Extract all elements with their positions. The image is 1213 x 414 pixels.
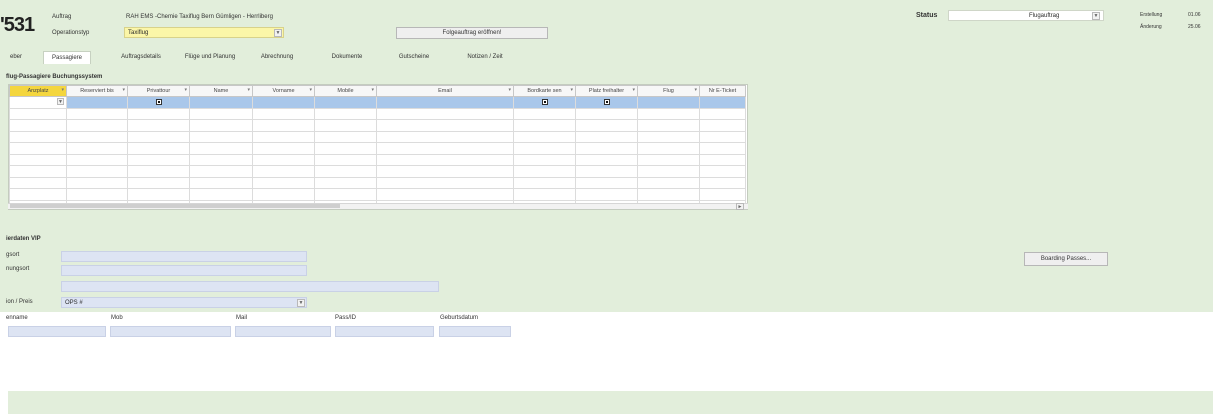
chevron-down-icon[interactable]: ▼ — [57, 98, 64, 105]
person-col-header: enname — [6, 315, 28, 321]
table-cell[interactable]: ▼ — [9, 96, 67, 109]
tab-dokumente[interactable]: Dokumente — [326, 51, 368, 64]
chevron-down-icon[interactable]: ▼ — [297, 299, 305, 307]
col-header[interactable]: Flug ▾ — [637, 85, 700, 97]
table-row[interactable] — [9, 165, 746, 178]
table-cell[interactable] — [127, 96, 190, 109]
vip-field1-label: gsort — [6, 252, 20, 258]
table-row[interactable] — [9, 142, 746, 155]
vip-field2-label: nungsort — [6, 266, 30, 272]
scrollbar-thumb[interactable] — [10, 204, 340, 208]
person-col-header: Mail — [236, 315, 248, 321]
table-cell[interactable] — [376, 96, 514, 109]
person-col-header: Mob — [111, 315, 123, 321]
table-cell[interactable] — [314, 96, 377, 109]
auftrag-label: Auftrag — [52, 14, 72, 20]
table-row[interactable]: ▼ — [9, 96, 746, 109]
table-cell[interactable] — [189, 96, 253, 109]
table-row[interactable] — [9, 176, 746, 189]
tab-auftragsdetails[interactable]: Auftragsdetails — [110, 51, 172, 64]
scroll-right-icon[interactable]: ► — [736, 203, 744, 210]
status-field[interactable]: Flugauftrag — [948, 10, 1104, 21]
operationstyp-field[interactable]: Taxiflug — [124, 27, 284, 38]
platz-freihalten-checkbox[interactable] — [603, 99, 610, 106]
table-cell[interactable] — [252, 96, 315, 109]
col-header[interactable]: Name ▾ — [189, 85, 253, 97]
vip-title: ierdaten VIP — [6, 236, 41, 242]
tab-abrechnung[interactable]: Abrechnung — [254, 51, 300, 64]
footer-bar — [8, 391, 1213, 414]
col-header[interactable]: Bordkarte sen ▾ — [513, 85, 576, 97]
pass-id-input[interactable] — [335, 326, 434, 337]
boarding-passes-button[interactable]: Boarding Passes... — [1024, 252, 1108, 266]
tab-passagiere[interactable]: Passagiere — [43, 51, 91, 64]
tab-eber[interactable]: eber — [4, 51, 28, 64]
auftrag-value: RAH EMS -Chemie Taxiflug Bern Gümligen -… — [126, 14, 273, 20]
table-row[interactable] — [9, 119, 746, 132]
operationstyp-label: Operationstyp — [52, 30, 90, 36]
erstellung-value: 01.06 — [1188, 12, 1201, 18]
tab-notizen-zeit[interactable]: Notizen / Zeit — [458, 51, 512, 64]
table-cell[interactable] — [66, 96, 128, 109]
col-header[interactable]: Platz freihalter ▾ — [575, 85, 638, 97]
ops-field[interactable]: OPS # — [61, 297, 307, 308]
vip-field2-input[interactable] — [61, 265, 307, 276]
col-header[interactable]: Anzplatz ▾ — [9, 85, 67, 97]
privattour-checkbox[interactable] — [155, 99, 162, 106]
col-header[interactable]: Nr E-Ticket — [699, 85, 746, 97]
mob-input[interactable] — [110, 326, 231, 337]
chevron-down-icon[interactable]: ▼ — [274, 29, 282, 37]
col-header[interactable]: Mobile ▾ — [314, 85, 377, 97]
grid-title: flug-Passagiere Buchungssystem — [6, 74, 103, 80]
mail-input[interactable] — [235, 326, 331, 337]
passenger-table: Anzplatz ▾ Reserviert bis ▾ Privattour ▾ Na… — [9, 85, 746, 209]
operationstyp-value: Taxiflug — [128, 30, 149, 36]
table-cell[interactable] — [513, 96, 576, 109]
vip-field1-input[interactable] — [61, 251, 307, 262]
table-cell[interactable] — [575, 96, 638, 109]
record-number: '531 — [0, 14, 35, 36]
table-cell[interactable] — [699, 96, 746, 109]
erstellung-label: Erstellung — [1140, 12, 1163, 18]
tab-gutscheine[interactable]: Gutscheine — [394, 51, 434, 64]
table-row[interactable] — [9, 153, 746, 166]
passenger-grid: Anzplatz ▾ Reserviert bis ▾ Privattour ▾ Na… — [8, 84, 748, 210]
col-header[interactable]: Reserviert bis ▾ — [66, 85, 128, 97]
preis-label: ion / Preis — [6, 299, 33, 305]
table-row[interactable] — [9, 130, 746, 143]
col-header[interactable]: Vorname ▾ — [252, 85, 315, 97]
folgeauftrag-button[interactable]: Folgeauftrag eröffnen! — [396, 27, 548, 39]
person-col-header: Pass/ID — [335, 315, 357, 321]
col-header[interactable]: Privattour ▾ — [127, 85, 190, 97]
vip-field3-input[interactable] — [61, 281, 439, 292]
geburtsdatum-input[interactable] — [439, 326, 511, 337]
anderung-label: Änderung — [1140, 24, 1162, 30]
bordkarte-checkbox[interactable] — [541, 99, 548, 106]
tab-fluege-und-planung[interactable]: Flüge und Planung — [174, 51, 246, 64]
table-cell[interactable] — [637, 96, 700, 109]
anderung-value: 25.06 — [1188, 24, 1201, 30]
col-header[interactable]: Email ▾ — [376, 85, 514, 97]
chevron-down-icon[interactable]: ▼ — [1092, 12, 1100, 20]
status-value: Flugauftrag — [1029, 13, 1060, 19]
table-row[interactable] — [9, 188, 746, 201]
person-col-header: Geburtsdatum — [440, 315, 479, 321]
status-label: Status — [916, 12, 938, 19]
table-row[interactable] — [9, 107, 746, 120]
table-header-row: Anzplatz ▾ Reserviert bis ▾ Privattour ▾ Na… — [9, 85, 746, 97]
nachname-input[interactable] — [8, 326, 106, 337]
ops-value: OPS # — [65, 300, 83, 306]
